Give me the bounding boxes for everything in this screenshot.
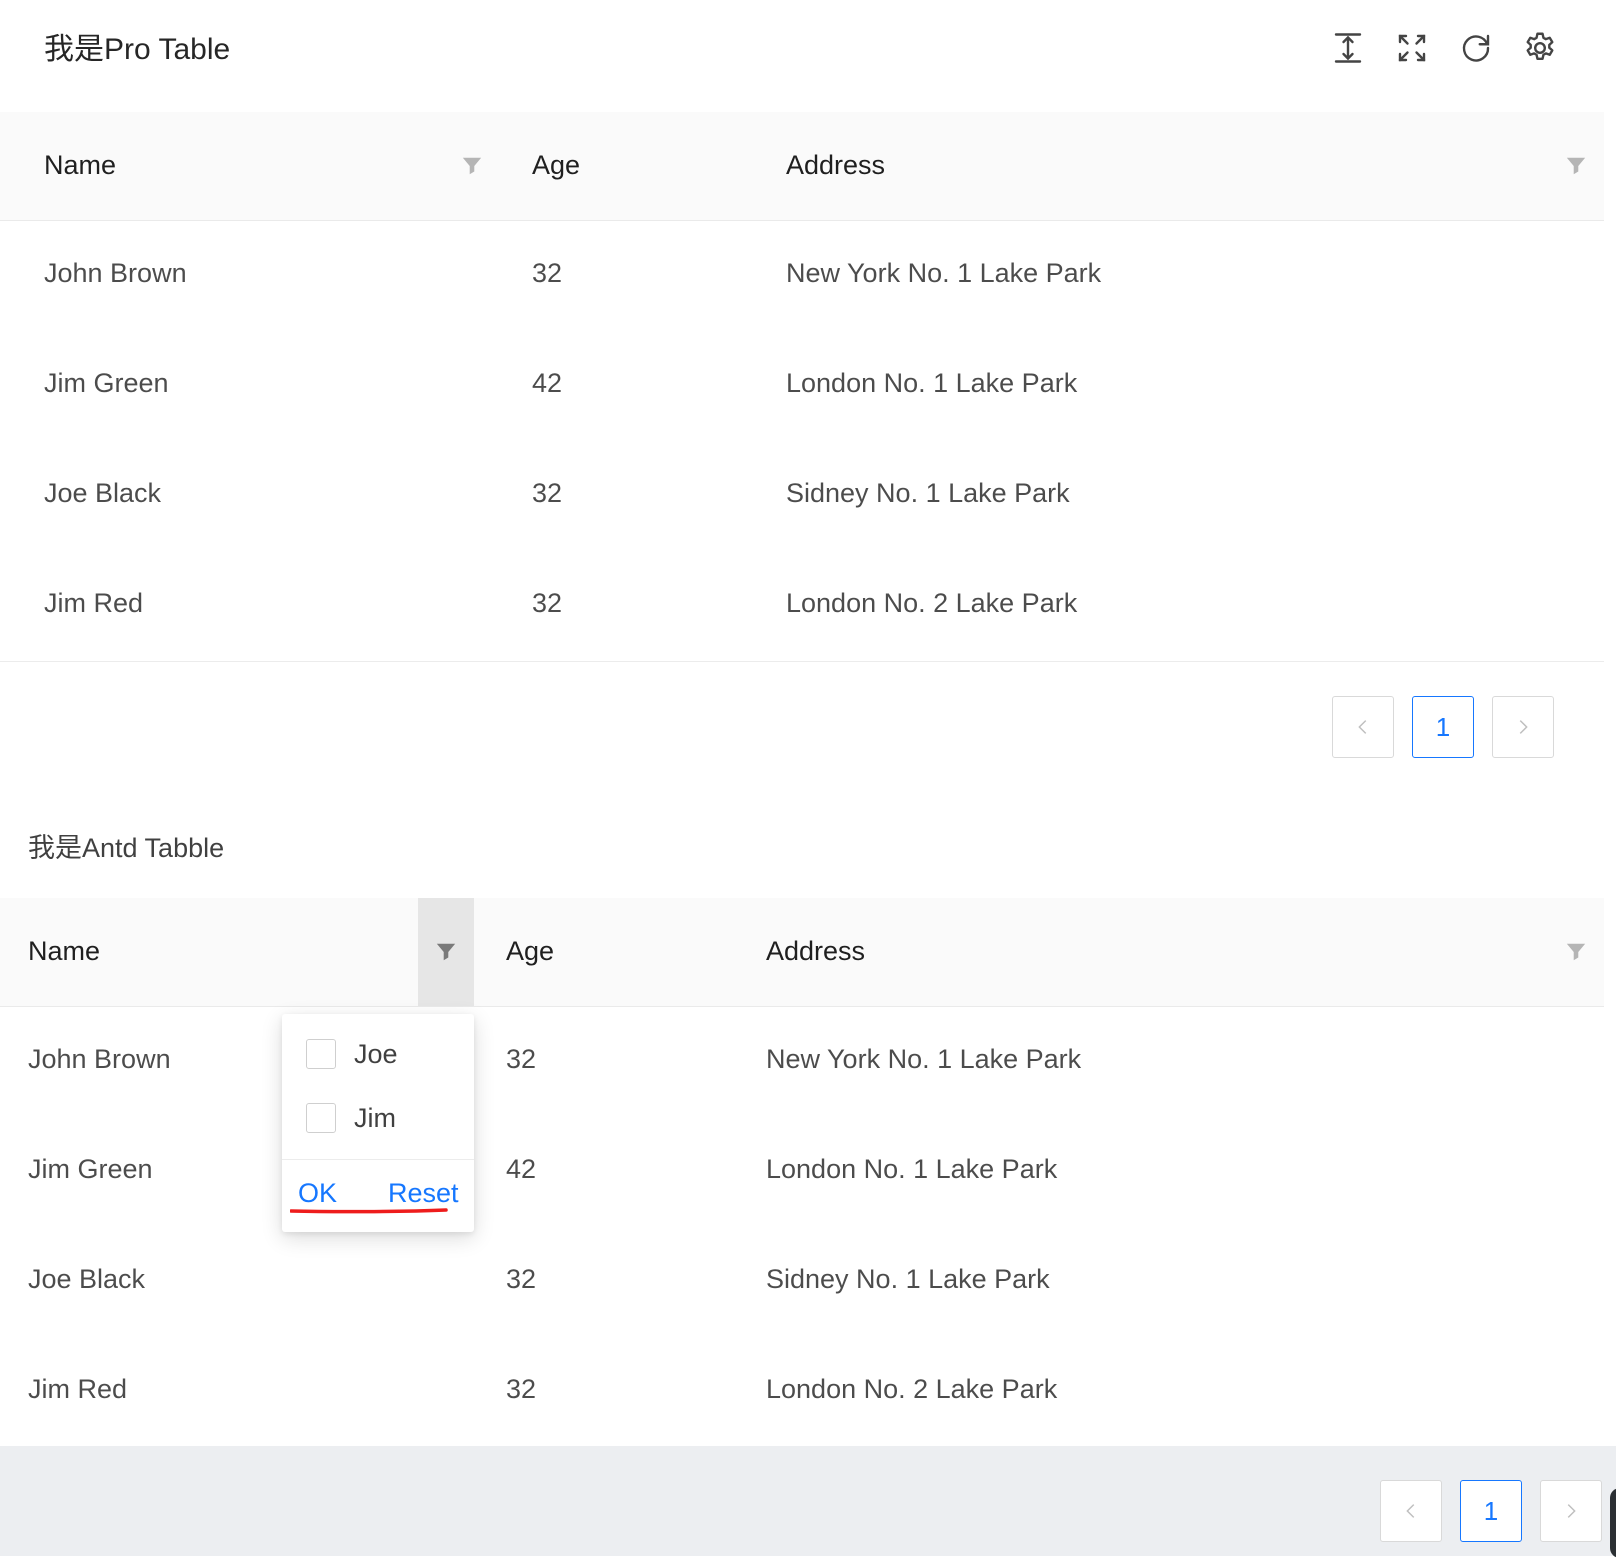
cell-address: London No. 2 Lake Park <box>786 588 1078 618</box>
cell-name: Jim Red <box>44 588 144 618</box>
cell-name: Joe Black <box>28 1264 146 1294</box>
column-header-age[interactable]: Age <box>506 936 554 967</box>
cell-address: Sidney No. 1 Lake Park <box>786 478 1070 508</box>
column-header-address[interactable]: Address <box>786 150 885 181</box>
reload-icon <box>1462 34 1490 62</box>
cell-age: 32 <box>506 1374 537 1404</box>
column-header-age[interactable]: Age <box>532 150 580 181</box>
cell-name: John Brown <box>28 1044 171 1074</box>
column-height-icon <box>1334 33 1362 63</box>
antd-table-title: 我是Antd Tabble <box>28 833 225 863</box>
fullscreen-button[interactable] <box>1392 28 1432 68</box>
pagination-prev-button[interactable] <box>1332 696 1394 758</box>
filter-ok-button[interactable]: OK <box>298 1178 337 1209</box>
pagination-page-button[interactable]: 1 <box>1460 1480 1522 1542</box>
antd-table-header: Name Age Address <box>0 898 1604 1007</box>
cell-name: Joe Black <box>44 478 162 508</box>
address-filter-trigger[interactable] <box>1560 150 1592 182</box>
setting-icon <box>1526 32 1554 60</box>
cell-age: 42 <box>506 1154 537 1184</box>
table-row[interactable]: Joe Black 32 Sidney No. 1 Lake Park <box>0 1227 1604 1338</box>
filter-button[interactable] <box>430 936 462 968</box>
checkbox[interactable] <box>306 1039 336 1069</box>
pagination-next-button[interactable] <box>1492 696 1554 758</box>
pro-table-header: Name Age Address <box>0 112 1604 221</box>
cell-name: Jim Green <box>28 1154 153 1184</box>
cell-age: 32 <box>532 478 563 508</box>
page-footer-area: 1 <box>0 1446 1616 1556</box>
dropdown-divider <box>282 1159 474 1160</box>
address-filter-trigger[interactable] <box>1560 936 1592 968</box>
cell-age: 32 <box>532 258 563 288</box>
settings-button[interactable] <box>1520 28 1560 68</box>
cell-age: 32 <box>506 1264 537 1294</box>
pagination-page-button[interactable]: 1 <box>1412 696 1474 758</box>
chevron-right-icon <box>1567 1504 1576 1518</box>
cell-age: 32 <box>506 1044 537 1074</box>
pro-table-title: 我是Pro Table <box>44 33 231 66</box>
cell-address: London No. 2 Lake Park <box>766 1374 1058 1404</box>
cell-age: 42 <box>532 368 563 398</box>
pro-table-card: 我是Pro Table Name Age Address John Brown … <box>0 0 1604 790</box>
filter-icon <box>1566 943 1586 961</box>
cell-address: New York No. 1 Lake Park <box>766 1044 1082 1074</box>
name-filter-trigger[interactable] <box>456 150 488 182</box>
density-button[interactable] <box>1328 28 1368 68</box>
filter-reset-button[interactable]: Reset <box>388 1178 459 1209</box>
reload-button[interactable] <box>1456 28 1496 68</box>
column-header-name[interactable]: Name <box>28 936 100 967</box>
table-row[interactable]: Jim Green 42 London No. 1 Lake Park <box>0 1117 1604 1228</box>
filter-option-label: Jim <box>354 1102 396 1133</box>
scroll-edge <box>1604 0 1616 1446</box>
cell-address: London No. 1 Lake Park <box>786 368 1078 398</box>
red-annotation-underline <box>290 1208 448 1214</box>
filter-icon <box>462 157 482 175</box>
cell-address: Sidney No. 1 Lake Park <box>766 1264 1050 1294</box>
column-header-name[interactable]: Name <box>44 150 116 181</box>
column-header-address[interactable]: Address <box>766 936 865 967</box>
filter-option-joe[interactable]: Joe <box>306 1034 398 1074</box>
name-filter-dropdown: Joe Jim OK Reset <box>282 1014 474 1232</box>
table-row[interactable]: Jim Red 32 London No. 2 Lake Park <box>0 551 1604 662</box>
filter-icon <box>1566 157 1586 175</box>
cell-address: London No. 1 Lake Park <box>766 1154 1058 1184</box>
cell-name: Jim Red <box>28 1374 128 1404</box>
filter-option-jim[interactable]: Jim <box>306 1098 396 1138</box>
pagination-next-button[interactable] <box>1540 1480 1602 1542</box>
chevron-left-icon <box>1358 720 1367 734</box>
table-row[interactable]: John Brown 32 New York No. 1 Lake Park <box>0 1007 1604 1118</box>
chevron-right-icon <box>1519 720 1528 734</box>
cell-name: John Brown <box>44 258 187 288</box>
cell-name: Jim Green <box>44 368 169 398</box>
table-row[interactable]: Jim Green 42 London No. 1 Lake Park <box>0 331 1604 442</box>
filter-option-label: Joe <box>354 1038 398 1069</box>
pagination-prev-button[interactable] <box>1380 1480 1442 1542</box>
name-filter-trigger-active[interactable] <box>418 898 474 1006</box>
filter-icon <box>436 943 456 961</box>
table-row[interactable]: Joe Black 32 Sidney No. 1 Lake Park <box>0 441 1604 552</box>
table-row[interactable]: John Brown 32 New York No. 1 Lake Park <box>0 221 1604 332</box>
cell-age: 32 <box>532 588 563 618</box>
chevron-left-icon <box>1406 1504 1415 1518</box>
checkbox[interactable] <box>306 1103 336 1133</box>
table-row[interactable]: Jim Red 32 London No. 2 Lake Park <box>0 1337 1604 1447</box>
fullscreen-icon <box>1398 34 1426 62</box>
cell-address: New York No. 1 Lake Park <box>786 258 1102 288</box>
floating-handle[interactable] <box>1610 1488 1616 1558</box>
